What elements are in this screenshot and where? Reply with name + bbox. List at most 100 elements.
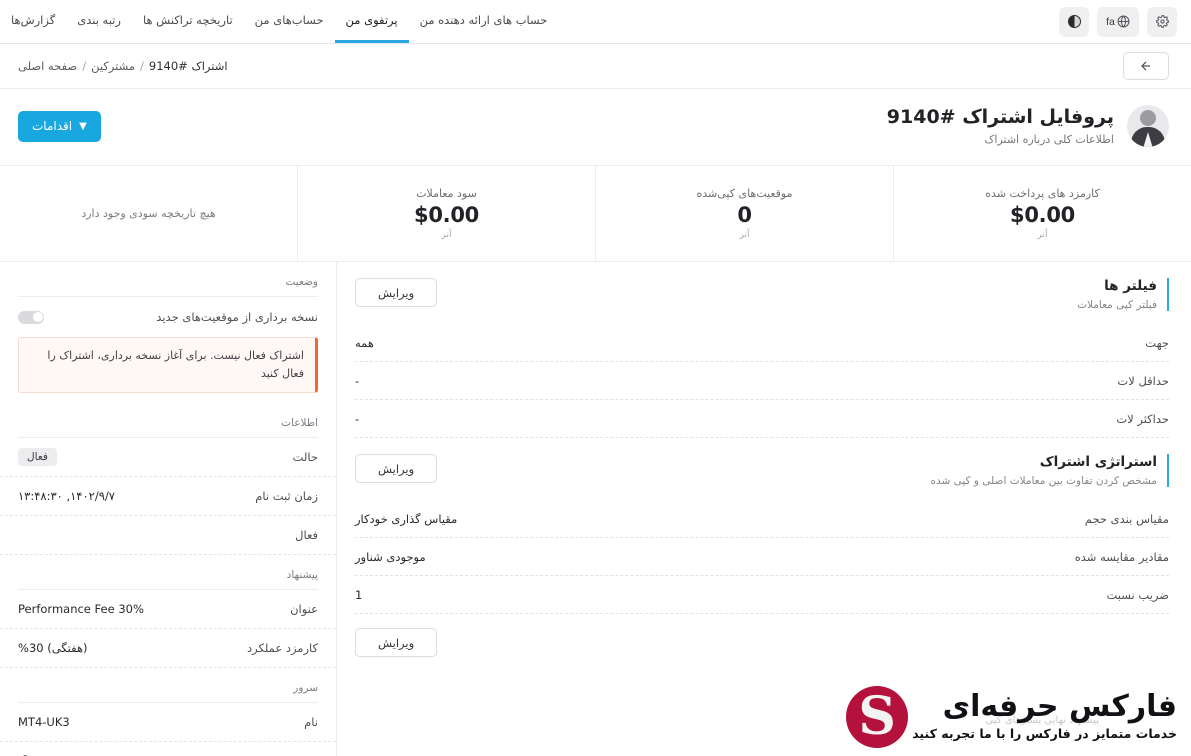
nav-tab-list: حساب های ارائه دهنده من پرتفوی من حساب‌ه… (0, 0, 558, 43)
language-label: fa (1106, 15, 1115, 28)
watermark-faint-text: پیشنهاد نهایی بسترهای کپی (985, 715, 1099, 726)
row-key: کارمزد عملکرد (247, 641, 318, 656)
info-section-title: اطلاعات (281, 417, 318, 430)
tab-my-accounts[interactable]: حساب‌های من (244, 0, 335, 43)
status-section-title: وضعیت (285, 276, 318, 288)
breadcrumb-current: اشتراک #9140 (148, 59, 228, 73)
stats-row: کارمزد های پرداخت شده $0.00 آنر موقعیت‌ه… (0, 165, 1191, 261)
edit-third-section-button[interactable]: ویرایش (355, 628, 438, 657)
sidebar-column: وضعیت نسخه برداری از موقعیت‌های جدید اشت… (0, 261, 336, 756)
strategy-list: مقیاس بندی حجم مقیاس گذاری خودکار مقادیر… (337, 500, 1191, 614)
brand-logo-icon: S (846, 686, 909, 748)
offer-row-title: عنوان 30% Performance Fee (0, 590, 336, 630)
row-value: مقیاس گذاری خودکار (355, 511, 458, 526)
edit-filters-button[interactable]: ویرایش (355, 278, 438, 307)
strategy-row-compared-values: مقادیر مقایسه شده موجودی شناور (355, 538, 1169, 576)
row-key: نام (304, 715, 318, 730)
breadcrumb: اشتراک #9140 / مشترکین / صفحه اصلی (18, 59, 228, 73)
row-value: ۱۴۰۲/۹/۷, ۱۳:۴۸:۳۰ (18, 489, 115, 504)
row-value: همه (355, 335, 374, 350)
filters-title: فیلتر ها (1104, 278, 1157, 294)
status-alert: اشتراک فعال نیست. برای آغاز نسخه برداری،… (18, 337, 318, 394)
stat-value: 0 (737, 203, 752, 227)
actions-button[interactable]: ▼ اقدامات (18, 110, 101, 142)
edit-strategy-button[interactable]: ویرایش (355, 454, 438, 483)
info-row-registration-time: زمان ثبت نام ۱۴۰۲/۹/۷, ۱۳:۴۸:۳۰ (0, 477, 336, 517)
stat-unit: آنر (739, 230, 750, 240)
page-subtitle: اطلاعات کلی درباره اشتراک (984, 132, 1114, 146)
stat-label: سود معاملات (416, 187, 477, 200)
row-value: MT4-UK3 (18, 715, 70, 730)
filters-section-header: فیلتر ها فیلتر کپی معاملات ویرایش (337, 262, 1191, 324)
back-button[interactable] (1123, 52, 1169, 80)
stat-unit: آنر (441, 230, 452, 240)
strategy-subtitle: مشخص کردن تفاوت بین معاملات اصلی و کپی ش… (930, 475, 1157, 487)
globe-icon (1117, 15, 1130, 28)
settings-button[interactable] (1147, 6, 1177, 37)
stat-card-copied-positions: موقعیت‌های کپی‌شده 0 آنر (595, 166, 893, 261)
watermark-tagline: خدمات متمایز در فارکس را با ما تجربه کنی… (912, 725, 1177, 741)
strategy-title: استراتژی اشتراک (1039, 454, 1157, 470)
watermark-logo-letter: S (858, 686, 896, 747)
contrast-icon (1067, 15, 1081, 28)
theme-toggle-button[interactable] (1059, 6, 1089, 37)
row-key: مقادیر مقایسه شده (1074, 549, 1169, 564)
stat-label: کارمزد های پرداخت شده (985, 187, 1100, 200)
breadcrumb-parent[interactable]: مشترکین (91, 59, 135, 73)
gear-icon (1155, 15, 1169, 28)
filters-subtitle: فیلتر کپی معاملات (1077, 299, 1157, 311)
tab-provider-accounts[interactable]: حساب های ارائه دهنده من (409, 0, 559, 43)
main-column: فیلتر ها فیلتر کپی معاملات ویرایش جهت هم… (336, 261, 1191, 756)
row-value: 1 (355, 587, 363, 602)
row-key: حالت (292, 450, 318, 465)
tab-reports[interactable]: گزارش‌ها (0, 0, 66, 43)
stat-card-profit-history-empty: هیچ تاریخچه سودی وجود دارد (0, 166, 297, 261)
breadcrumb-separator-1: / (140, 59, 144, 73)
copy-new-positions-label: نسخه برداری از موقعیت‌های جدید (156, 310, 318, 324)
breadcrumb-separator-2: / (82, 59, 87, 73)
copy-new-positions-toggle[interactable] (18, 310, 44, 324)
row-key: زمان ثبت نام (255, 489, 318, 504)
tab-transaction-history[interactable]: تاریخچه تراکنش ها (132, 0, 244, 43)
stat-label: موقعیت‌های کپی‌شده (696, 187, 793, 200)
row-key: حداقل لات (1117, 373, 1169, 388)
stat-card-trading-profit: سود معاملات $0.00 آنر (297, 166, 595, 261)
row-key: فعال (295, 528, 318, 543)
row-key: حداکثر لات (1116, 411, 1169, 426)
page-title: پروفایل اشتراک #9140 (886, 106, 1114, 129)
row-value: 30% Performance Fee (18, 602, 144, 617)
server-row-name: نام MT4-UK3 (0, 703, 336, 743)
row-key: عنوان (290, 602, 318, 617)
status-badge: فعال (18, 448, 57, 467)
stat-unit: آنر (1037, 230, 1048, 240)
filter-row-max-lot: حداکثر لات - (355, 400, 1169, 438)
row-key: مقیاس بندی حجم (1084, 511, 1169, 526)
offer-row-performance-fee: کارمزد عملکرد (هفتگی) 30% (0, 629, 336, 669)
breadcrumb-bar: اشتراک #9140 / مشترکین / صفحه اصلی (0, 44, 1191, 89)
profile-header: پروفایل اشتراک #9140 اطلاعات کلی درباره … (0, 89, 1191, 165)
strategy-row-ratio-multiplier: ضریب نسبت 1 (355, 576, 1169, 614)
server-section-title: سرور (293, 682, 318, 695)
filter-row-direction: جهت همه (355, 324, 1169, 362)
stat-card-fees-paid: کارمزد های پرداخت شده $0.00 آنر (893, 166, 1191, 261)
row-key: جهت (1145, 335, 1169, 350)
stat-value: $0.00 (414, 203, 479, 227)
copy-new-positions-row: نسخه برداری از موقعیت‌های جدید (0, 297, 336, 337)
row-value: - (355, 373, 360, 388)
chevron-down-icon: ▼ (79, 120, 87, 132)
row-value: (هفتگی) 30% (18, 641, 88, 656)
actions-button-label: اقدامات (32, 119, 73, 133)
nav-action-group: fa (1045, 0, 1191, 43)
arrow-left-icon (1141, 61, 1151, 71)
tab-ranking[interactable]: رتبه بندی (66, 0, 132, 43)
trading-account-row[interactable]: حساب معاملاتی ❯ (0, 742, 336, 756)
empty-state-text: هیچ تاریخچه سودی وجود دارد (81, 207, 216, 220)
breadcrumb-root[interactable]: صفحه اصلی (18, 59, 77, 73)
profile-identity: پروفایل اشتراک #9140 اطلاعات کلی درباره … (887, 105, 1169, 147)
language-switch-button[interactable]: fa (1097, 6, 1139, 37)
info-row-active: فعال (0, 516, 336, 556)
stat-value: $0.00 (1010, 203, 1075, 227)
tab-my-portfolio[interactable]: پرتفوی من (334, 0, 409, 43)
content-area: فیلتر ها فیلتر کپی معاملات ویرایش جهت هم… (0, 261, 1191, 756)
third-section-header: ویرایش (337, 614, 1191, 670)
